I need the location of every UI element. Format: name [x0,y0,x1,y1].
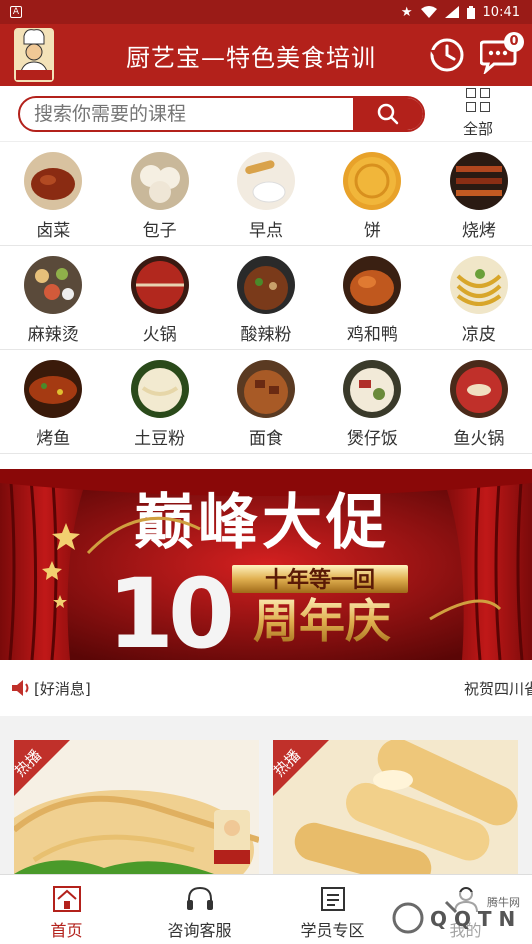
category-label: 鱼火锅 [453,429,505,449]
category-image [237,256,296,314]
speaker-icon [12,680,29,696]
category-item[interactable]: 凉皮 [426,246,532,349]
notification-icon: A [10,6,22,18]
watermark-logo: Q Q T N 腾牛网 [386,892,526,938]
category-label: 酸辣粉 [240,325,292,345]
home-icon [52,886,81,912]
category-image [237,152,296,210]
search-icon [377,103,399,124]
search-row: 全部 [0,86,532,142]
search-input[interactable] [20,97,353,130]
category-image [237,360,296,418]
watermark-text: 腾牛网 [487,896,520,909]
category-image [130,152,189,210]
course-card[interactable]: 热播 [14,740,259,874]
category-image [130,360,189,418]
promo-banner[interactable]: 巅峰大促 10 十年等一回 周年庆 [0,469,532,660]
svg-text:Q Q T N: Q Q T N [430,907,515,931]
banner-subtitle: 周年庆 [253,594,391,648]
category-item[interactable]: 早点 [213,142,319,245]
category-item[interactable]: 火锅 [106,246,212,349]
course-card[interactable]: 热播 [273,740,518,874]
category-item[interactable]: 烤鱼 [0,350,106,453]
news-ticker[interactable]: [好消息] 祝贺四川省 [0,660,532,716]
all-categories-button[interactable]: 全部 [443,88,513,139]
category-label: 烤鱼 [36,429,71,449]
category-item[interactable]: 饼 [319,142,425,245]
category-item[interactable]: 煲仔饭 [319,350,425,453]
category-image [343,360,402,418]
category-row: 烤鱼 土豆粉 面食 煲仔饭 鱼火锅 [0,350,532,454]
category-item[interactable]: 酸辣粉 [213,246,319,349]
status-time: 10:41 [482,4,520,20]
category-image [449,256,508,314]
status-bar: A ★ 10:41 [0,0,532,24]
category-label: 烧烤 [461,221,496,241]
category-item[interactable]: 鸡和鸭 [319,246,425,349]
app-title: 厨艺宝—特色美食培训 [126,43,376,72]
category-label: 包子 [142,221,177,241]
category-image [343,152,402,210]
banner-headline: 巅峰大促 [134,488,390,558]
category-image [130,256,189,314]
category-grid: 卤菜 包子 早点 饼 烧烤 麻辣烫 火锅 酸辣粉 鸡和鸭 凉皮 烤鱼 土豆粉 面… [0,142,532,454]
tab-label: 咨询客服 [167,921,232,940]
news-tag: [好消息] [34,679,91,698]
course-list: 热播 热播 [0,740,532,874]
section-divider [0,716,532,740]
grid-icon [466,88,490,112]
category-label: 卤菜 [36,221,71,241]
tab-student-area[interactable]: 学员专区 [266,875,399,944]
category-image [449,360,508,418]
tab-label: 首页 [50,921,83,940]
category-item[interactable]: 包子 [106,142,212,245]
category-label: 早点 [249,221,284,241]
history-button[interactable] [428,36,466,74]
category-label: 饼 [363,221,381,241]
category-item[interactable]: 卤菜 [0,142,106,245]
app-header: 厨艺宝—特色美食培训 0 [0,24,532,86]
category-item[interactable]: 烧烤 [426,142,532,245]
headset-icon [186,886,213,910]
category-row: 麻辣烫 火锅 酸辣粉 鸡和鸭 凉皮 [0,246,532,350]
category-item[interactable]: 面食 [213,350,319,453]
wifi-icon [420,6,437,18]
category-label: 凉皮 [461,325,496,345]
category-item[interactable]: 土豆粉 [106,350,212,453]
news-text: 祝贺四川省 [464,679,532,698]
category-label: 土豆粉 [134,429,186,449]
category-label: 面食 [249,429,284,449]
category-image [24,152,83,210]
category-item[interactable]: 麻辣烫 [0,246,106,349]
search-box [18,95,425,132]
category-image [24,360,83,418]
category-label: 麻辣烫 [27,325,79,345]
search-button[interactable] [353,97,423,130]
category-label: 火锅 [142,325,177,345]
category-image [449,152,508,210]
tab-home[interactable]: 首页 [0,875,133,944]
battery-icon [466,5,475,19]
star-icon: ★ [400,4,413,20]
tab-customer-service[interactable]: 咨询客服 [133,875,266,944]
app-logo [12,26,56,84]
category-label: 煲仔饭 [346,429,398,449]
banner-tagline: 十年等一回 [265,567,375,593]
tab-label: 学员专区 [300,921,365,940]
category-image [24,256,83,314]
book-icon [320,887,345,911]
messages-button[interactable]: 0 [479,32,524,76]
all-label: 全部 [462,120,493,138]
clock-icon [430,38,464,72]
message-badge: 0 [504,32,524,52]
category-item[interactable]: 鱼火锅 [426,350,532,453]
signal-icon [444,6,459,18]
category-row: 卤菜 包子 早点 饼 烧烤 [0,142,532,246]
category-image [343,256,402,314]
category-label: 鸡和鸭 [346,325,398,345]
banner-number: 10 [107,558,231,660]
